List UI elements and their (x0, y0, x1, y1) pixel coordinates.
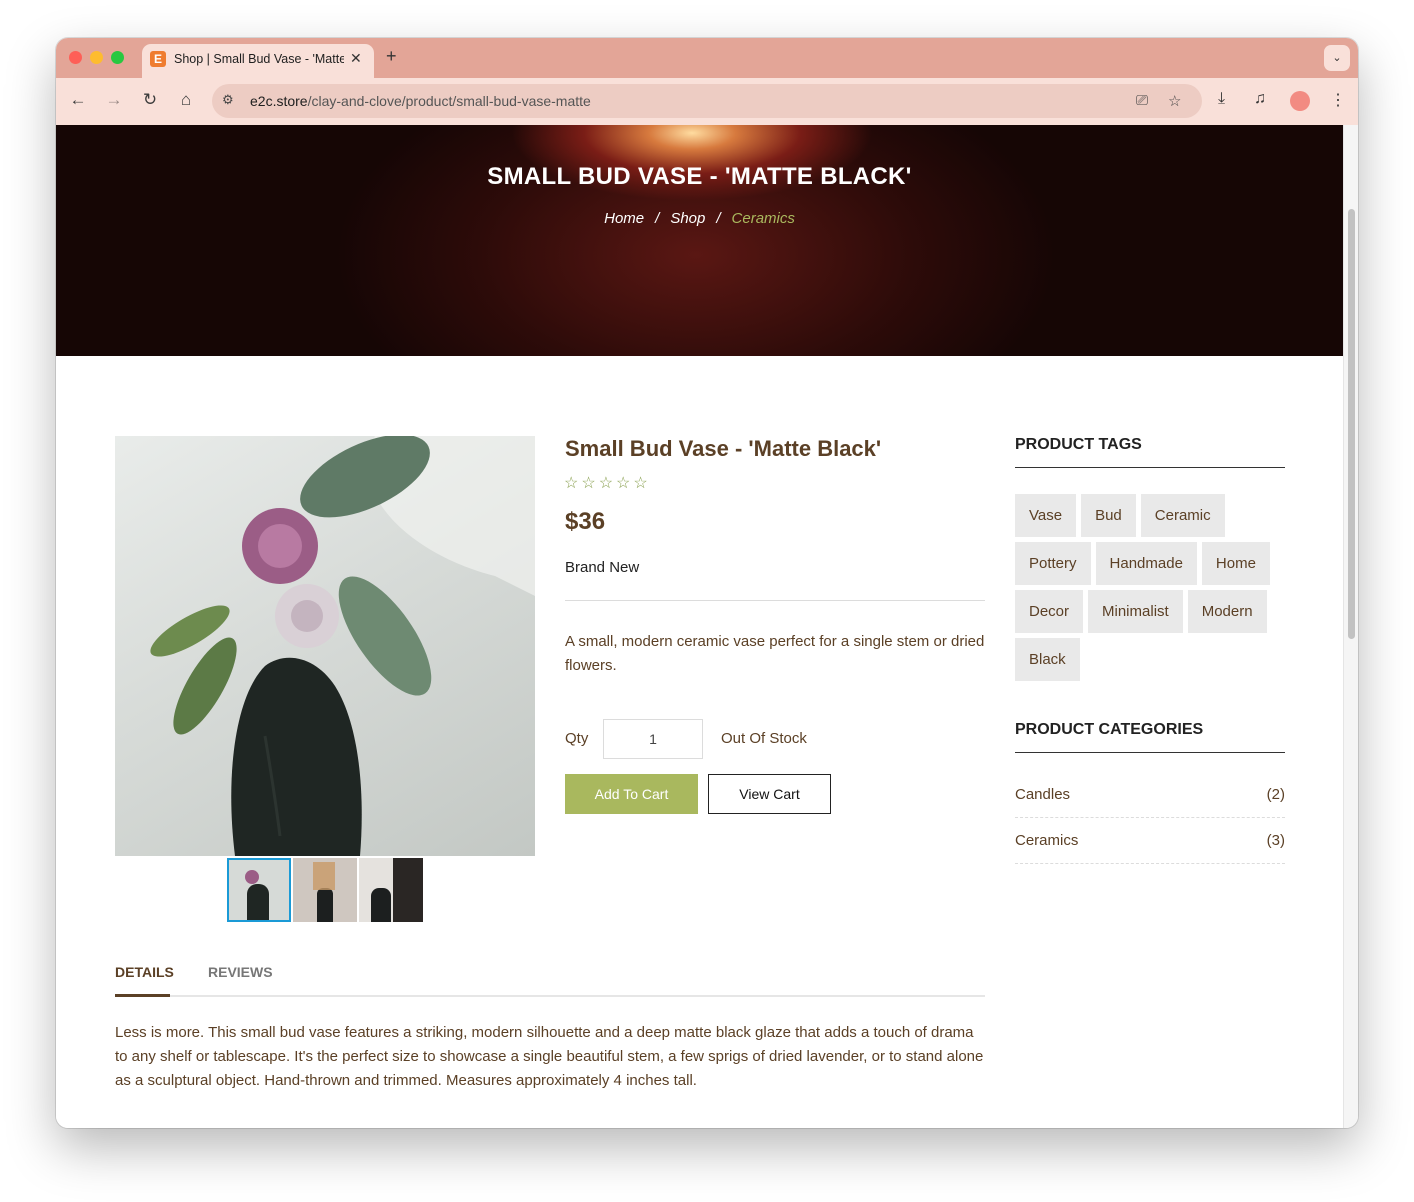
tag-pottery[interactable]: Pottery (1015, 542, 1091, 585)
address-bar[interactable]: ⚙ e2c.store/clay-and-clove/product/small… (212, 84, 1202, 118)
product-tags-heading: PRODUCT TAGS (1015, 436, 1142, 453)
tag-black[interactable]: Black (1015, 638, 1080, 681)
product-categories-heading: PRODUCT CATEGORIES (1015, 721, 1204, 738)
product-condition: Brand New (565, 559, 640, 576)
categories-heading-rule (1015, 752, 1285, 753)
browser-toolbar: ← → ↻ ⌂ ⚙ e2c.store/clay-and-clove/produ… (56, 78, 1358, 126)
product-title: Small Bud Vase - 'Matte Black' (565, 436, 882, 461)
breadcrumb-current[interactable]: Ceramics (732, 210, 795, 227)
tab-title: Shop | Small Bud Vase - 'Matte Black' (174, 52, 344, 66)
tab-details[interactable]: DETAILS (115, 964, 174, 980)
product-short-description: A small, modern ceramic vase perfect for… (565, 633, 985, 674)
page-scrollbar[interactable] (1343, 125, 1358, 1128)
browser-window: E Shop | Small Bud Vase - 'Matte Black' … (56, 38, 1358, 1128)
site-favicon-icon: E (150, 51, 166, 67)
download-icon[interactable]: ⤓ (1218, 90, 1225, 108)
tab-search-chevron-icon[interactable]: ⌄ (1324, 45, 1350, 71)
new-tab-icon[interactable]: + (386, 46, 397, 67)
site-info-icon[interactable]: ⚙ (222, 92, 234, 108)
breadcrumb-separator: / (716, 210, 721, 227)
divider (565, 600, 985, 601)
category-item-candles[interactable]: Candles (2) (1015, 772, 1285, 818)
tab-bar: E Shop | Small Bud Vase - 'Matte Black' … (56, 38, 1358, 78)
category-item-ceramics[interactable]: Ceramics (3) (1015, 818, 1285, 864)
tabs-divider (115, 995, 985, 997)
thumbnail-2[interactable] (293, 858, 357, 922)
category-count: (3) (1266, 832, 1285, 849)
breadcrumb-separator: / (655, 210, 660, 227)
tags-heading-rule (1015, 467, 1285, 468)
home-icon[interactable]: ⌂ (175, 90, 197, 110)
category-name[interactable]: Candles (1015, 786, 1070, 803)
media-control-icon[interactable]: ♫ (1254, 90, 1266, 108)
stock-status: Out Of Stock (721, 730, 807, 747)
hero-title: SMALL BUD VASE - 'MATTE BLACK' (487, 163, 912, 190)
maximize-window-button[interactable] (111, 51, 124, 64)
tag-ceramic[interactable]: Ceramic (1140, 494, 1225, 537)
page-content: SMALL BUD VASE - 'MATTE BLACK' Home / Shop… (56, 125, 1343, 1128)
product-details-text: Less is more. This small bud vase featur… (115, 1024, 984, 1089)
product-price: $36 (565, 508, 606, 535)
product-main-image[interactable] (115, 436, 535, 856)
category-name[interactable]: Ceramics (1015, 832, 1078, 849)
breadcrumb: Home / Shop / Ceramics (56, 210, 1343, 227)
rating-stars-icon: ☆☆☆☆☆ (564, 475, 651, 492)
install-app-icon[interactable]: ⎚ (1136, 92, 1148, 109)
url-domain: e2c.store (250, 93, 308, 109)
tag-cloud: Vase Bud Ceramic Pottery Handmade Home D… (1015, 494, 1290, 681)
breadcrumb-home[interactable]: Home (604, 210, 644, 227)
scrollbar-thumb[interactable] (1348, 209, 1355, 639)
close-window-button[interactable] (69, 51, 82, 64)
reload-icon[interactable]: ↻ (139, 90, 161, 110)
tag-modern[interactable]: Modern (1187, 590, 1267, 633)
tab-active-indicator (115, 994, 170, 997)
tag-vase[interactable]: Vase (1015, 494, 1077, 537)
tab-close-icon[interactable]: ✕ (350, 50, 362, 67)
thumbnail-strip (227, 858, 423, 922)
more-menu-icon[interactable]: ⋮ (1330, 90, 1346, 110)
add-to-cart-button[interactable]: Add To Cart (565, 774, 698, 814)
vase-illustration (115, 436, 535, 856)
tag-bud[interactable]: Bud (1081, 494, 1136, 537)
bookmark-star-icon[interactable]: ☆ (1168, 92, 1181, 110)
forward-arrow-icon[interactable]: → (103, 90, 125, 110)
minimize-window-button[interactable] (90, 51, 103, 64)
thumbnail-1[interactable] (227, 858, 291, 922)
tag-decor[interactable]: Decor (1015, 590, 1084, 633)
browser-tab-active[interactable]: E Shop | Small Bud Vase - 'Matte Black' … (142, 44, 374, 78)
tag-handmade[interactable]: Handmade (1095, 542, 1197, 585)
thumbnail-3[interactable] (359, 858, 423, 922)
tag-home[interactable]: Home (1201, 542, 1270, 585)
tab-reviews[interactable]: REVIEWS (208, 964, 273, 980)
category-count: (2) (1266, 786, 1285, 803)
breadcrumb-shop[interactable]: Shop (670, 210, 705, 227)
tag-minimalist[interactable]: Minimalist (1088, 590, 1183, 633)
quantity-input[interactable]: 1 (603, 719, 703, 759)
url-path: /clay-and-clove/product/small-bud-vase-m… (307, 93, 591, 109)
qty-label: Qty (565, 730, 589, 747)
url-text[interactable]: e2c.store/clay-and-clove/product/small-b… (250, 93, 591, 109)
window-controls (69, 51, 124, 64)
view-cart-button[interactable]: View Cart (708, 774, 831, 814)
profile-avatar[interactable] (1290, 91, 1310, 111)
back-arrow-icon[interactable]: ← (67, 90, 89, 110)
hero-banner: SMALL BUD VASE - 'MATTE BLACK' Home / Shop… (56, 125, 1343, 356)
